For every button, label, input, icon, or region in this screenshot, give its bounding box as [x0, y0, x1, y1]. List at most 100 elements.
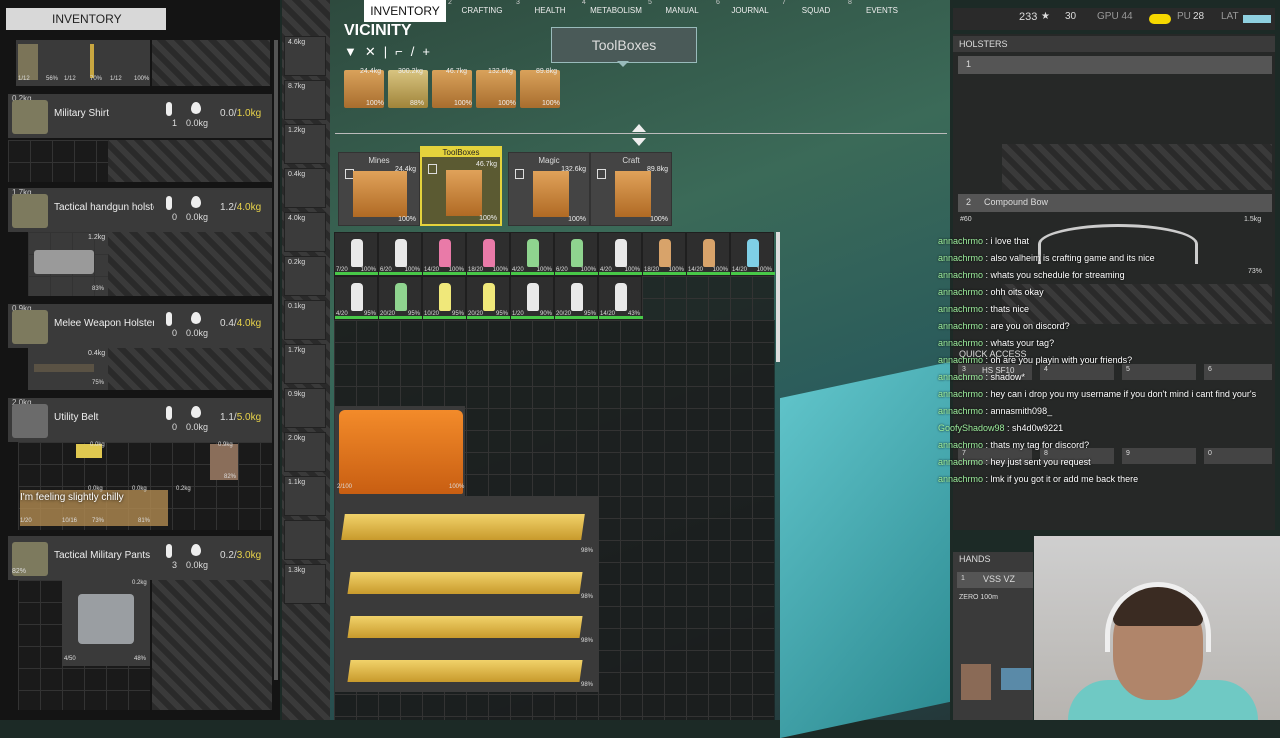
- equip-slot-gloves[interactable]: 0.4kg: [284, 168, 326, 208]
- arrow-up-icon[interactable]: [632, 124, 646, 132]
- pistol-slot[interactable]: 1.2kg 83%: [28, 232, 108, 296]
- tab-inventory[interactable]: INVENTORY: [364, 0, 446, 22]
- magazine-icon[interactable]: [1001, 668, 1031, 690]
- item-pct: 73%: [92, 518, 105, 524]
- equip-slot-shirt[interactable]: 0.2kg: [284, 256, 326, 296]
- bottle-slot[interactable]: 14/20 43%: [598, 276, 643, 320]
- wetness-value: 0.0kg: [186, 118, 209, 128]
- pants-storage-grid[interactable]: 0.2kg 4/50 48%: [18, 580, 150, 710]
- item-count: 56%: [46, 76, 59, 82]
- tab-squad[interactable]: 7 SQUAD: [782, 0, 844, 22]
- container-scrollbar[interactable]: [776, 232, 780, 362]
- tab-metabolism[interactable]: 4 METABOLISM: [582, 0, 644, 22]
- clothing-military-pants[interactable]: 82% Tactical Military Pants 3 0.0kg 0.2/…: [8, 536, 272, 580]
- tab-health[interactable]: 3 HEALTH: [516, 0, 578, 22]
- hands-slot[interactable]: 1 VSS VZ: [957, 572, 1033, 588]
- tab-journal[interactable]: 6 JOURNAL: [716, 0, 778, 22]
- tools-filter-icon[interactable]: ✕: [365, 44, 384, 59]
- bottle-slot[interactable]: 7/20 100%: [334, 232, 379, 276]
- equip-slot-melee[interactable]: 0.9kg: [284, 388, 326, 428]
- tab-events[interactable]: 8 EVENTS: [848, 0, 910, 22]
- attachment-icon[interactable]: [961, 664, 991, 700]
- belt-storage-grid[interactable]: 0.0kg 0.9kg 82% 0.0kg 0.0kg 0.2kg 1/20 1…: [18, 442, 272, 530]
- clothing-military-shirt[interactable]: 0.2kg Military Shirt 1 0.0kg 0.0/1.0kg: [8, 94, 272, 138]
- lock-icon[interactable]: [597, 169, 606, 179]
- bottle-slot[interactable]: 20/20 95%: [378, 276, 423, 320]
- bottle-slot[interactable]: 6/20 100%: [378, 232, 423, 276]
- container-craft[interactable]: Craft 89.8kg 100%: [590, 152, 672, 226]
- knife-slot[interactable]: 0.4kg 75%: [28, 348, 108, 390]
- bottle-slot[interactable]: 4/20 100%: [510, 232, 555, 276]
- chat-username: annachrmo: [938, 253, 984, 263]
- bottle-slot[interactable]: 4/20 95%: [334, 276, 379, 320]
- ammo-box-slot[interactable]: 0.2kg 4/50 48%: [62, 580, 150, 666]
- quick-slot-5[interactable]: 5: [1122, 364, 1196, 380]
- container-mines[interactable]: Mines 24.4kg 100%: [338, 152, 420, 226]
- chat-username: annachrmo: [938, 474, 984, 484]
- condition-bar: [599, 316, 643, 319]
- bottle-slot[interactable]: 20/20 95%: [466, 276, 511, 320]
- equip-slot-mask[interactable]: 8.7kg: [284, 80, 326, 120]
- melee-filter-icon[interactable]: /: [411, 44, 423, 59]
- plank-icon[interactable]: [347, 660, 583, 682]
- slot-key: 1: [966, 59, 972, 69]
- inventory-title: INVENTORY: [6, 8, 166, 30]
- shirt-storage-grid[interactable]: [8, 140, 108, 182]
- condition-bar: [643, 272, 687, 275]
- plank-icon[interactable]: [347, 616, 583, 638]
- quick-slot-0[interactable]: 0: [1204, 448, 1272, 464]
- quick-slot-9[interactable]: 9: [1122, 448, 1196, 464]
- holster-slot-2[interactable]: 2 Compound Bow: [958, 194, 1272, 212]
- equip-slot-eyewear[interactable]: 1.2kg: [284, 124, 326, 164]
- bottle-slot[interactable]: 6/20 100%: [554, 232, 599, 276]
- condition-bar: [731, 272, 775, 275]
- clothing-filter-icon[interactable]: ▼: [344, 44, 365, 59]
- container-magic[interactable]: Magic 132.6kg 100%: [508, 152, 590, 226]
- equip-slot-vest[interactable]: 4.0kg: [284, 212, 326, 252]
- equip-slot-head[interactable]: 4.6kg: [284, 36, 326, 76]
- plank-icon[interactable]: [347, 572, 583, 594]
- bottle-slot[interactable]: 14/20 100%: [686, 232, 731, 276]
- ammo-item[interactable]: [18, 44, 38, 80]
- thermometer-icon: [166, 196, 172, 210]
- inventory-scrollbar[interactable]: [274, 40, 278, 680]
- latency-label: LAT: [1221, 11, 1239, 22]
- tab-manual[interactable]: 5 MANUAL: [648, 0, 710, 22]
- bottle-slot[interactable]: 4/20 100%: [598, 232, 643, 276]
- bottle-slot[interactable]: 10/20 95%: [422, 276, 467, 320]
- divider: [335, 133, 947, 134]
- bottle-slot[interactable]: 1/20 90%: [510, 276, 555, 320]
- bottle-slot[interactable]: 18/20 100%: [466, 232, 511, 276]
- clothing-utility-belt[interactable]: 2.0kg Utility Belt 0 0.0kg 1.1/5.0kg: [8, 398, 272, 442]
- toolbox-slot[interactable]: 2/100 100%: [335, 406, 465, 496]
- equip-slot-pants[interactable]: 1.1kg: [284, 476, 326, 516]
- slot-key: 8: [1044, 450, 1048, 457]
- bottle-slot[interactable]: 18/20 100%: [642, 232, 687, 276]
- equip-slot-armband[interactable]: 0.1kg: [284, 300, 326, 340]
- weapon-filter-icon[interactable]: ⌐: [395, 44, 411, 59]
- equip-slot-belt[interactable]: 2.0kg: [284, 432, 326, 472]
- arrow-down-icon[interactable]: [632, 138, 646, 146]
- bottle-slot[interactable]: 14/20 100%: [422, 232, 467, 276]
- tab-crafting[interactable]: 2 CRAFTING: [448, 0, 510, 22]
- lock-icon[interactable]: [515, 169, 524, 179]
- quick-slot-4[interactable]: 4: [1040, 364, 1114, 380]
- bottle-slot[interactable]: 20/20 95%: [554, 276, 599, 320]
- holster-slot-1[interactable]: 1: [958, 56, 1272, 74]
- clothing-handgun-holster[interactable]: 1.7kg Tactical handgun holster 0 0.0kg 1…: [8, 188, 272, 232]
- equip-slot-shoes[interactable]: [284, 520, 326, 560]
- lock-icon[interactable]: [428, 164, 437, 174]
- tool-item[interactable]: [90, 44, 94, 78]
- bottle-slot[interactable]: 14/20 100%: [730, 232, 775, 276]
- container-toolboxes[interactable]: ToolBoxes 46.7kg 100%: [420, 146, 502, 226]
- clothing-melee-holster[interactable]: 0.9kg Melee Weapon Holster 0 0.0kg 0.4/4…: [8, 304, 272, 348]
- equip-slot-backpack[interactable]: 1.3kg: [284, 564, 326, 604]
- plank-icon[interactable]: [341, 514, 585, 540]
- capacity: 1.1/5.0kg: [220, 412, 262, 423]
- medical-filter-icon[interactable]: +: [422, 44, 438, 59]
- chat-text: : also valheim is crafting game and its …: [983, 253, 1155, 263]
- ammo-filter-icon[interactable]: |: [384, 44, 395, 59]
- quick-slot-6[interactable]: 6: [1204, 364, 1272, 380]
- chat-message: annachrmo : thats my tag for discord?: [938, 440, 1089, 450]
- equip-slot-holster[interactable]: 1.7kg: [284, 344, 326, 384]
